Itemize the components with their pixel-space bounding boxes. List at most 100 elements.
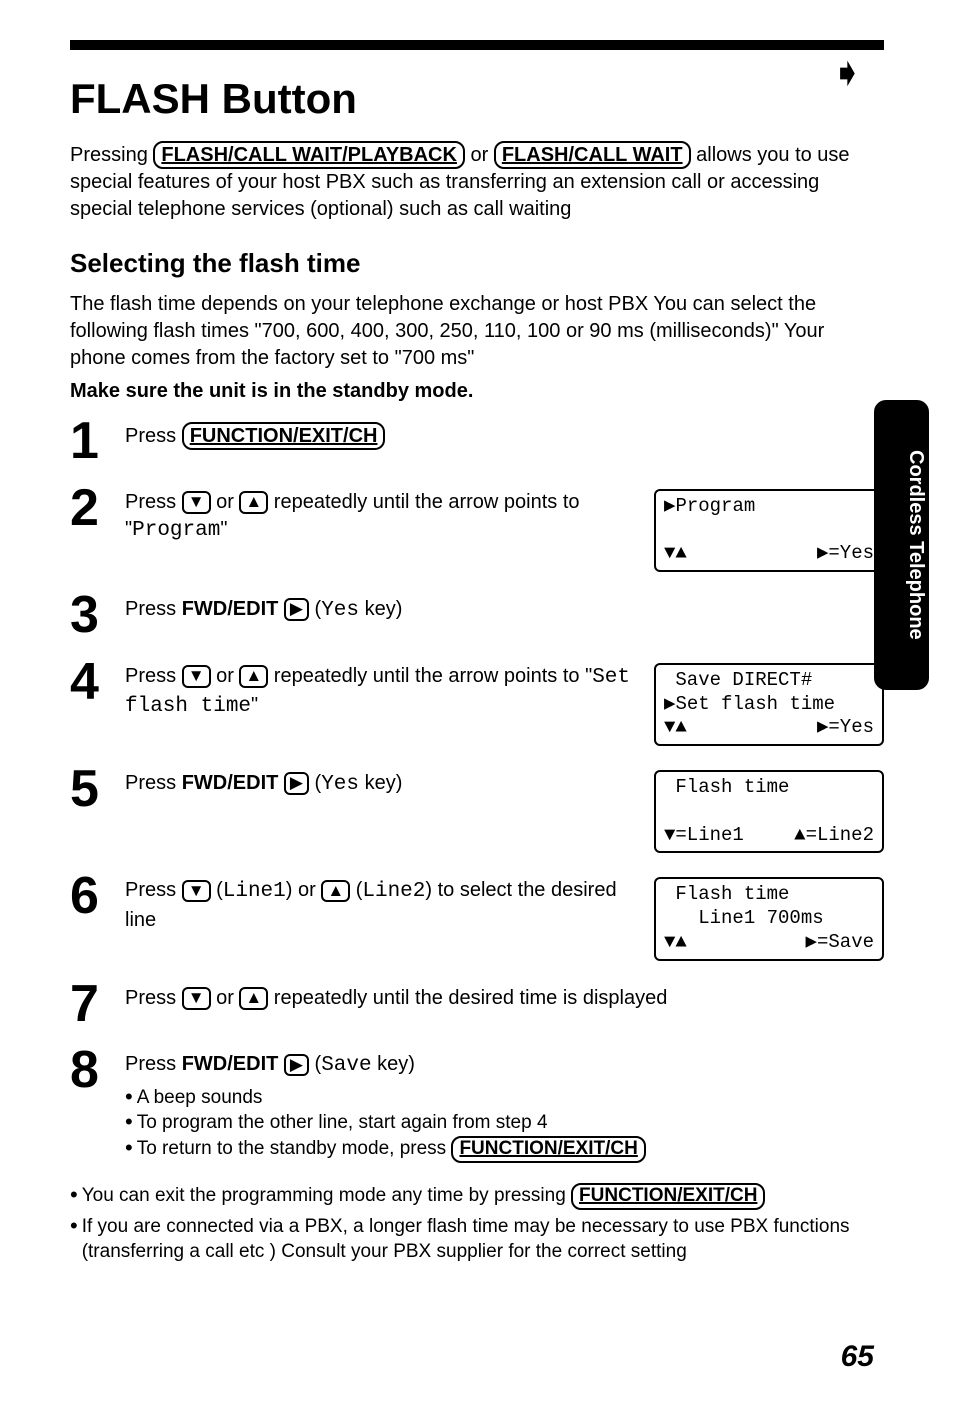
step-5: 5 Press FWD/EDIT ▶ (Yes key) Flash time … bbox=[70, 766, 884, 853]
step-number: 5 bbox=[70, 766, 125, 813]
lcd-nav-left: ▼▲ bbox=[664, 542, 687, 566]
lcd-nav-left: ▼=Line1 bbox=[664, 824, 744, 848]
down-arrow-key: ▼ bbox=[182, 880, 211, 903]
lcd-line: ▶Program bbox=[664, 495, 874, 519]
step-number: 7 bbox=[70, 981, 125, 1028]
footnote-text: You can exit the programming mode any ti… bbox=[82, 1185, 571, 1206]
step-7: 7 Press ▼ or ▲ repeatedly until the desi… bbox=[70, 981, 884, 1028]
step-number: 3 bbox=[70, 592, 125, 639]
lcd-nav-left: ▼▲ bbox=[664, 716, 687, 740]
text: ( bbox=[309, 598, 321, 620]
down-arrow-key: ▼ bbox=[182, 491, 211, 514]
lcd-display: Save DIRECT# ▶Set flash time ▼▲ ▶=Yes bbox=[654, 663, 884, 746]
step-text: Press FUNCTION/EXIT/CH bbox=[125, 422, 884, 450]
text: Press bbox=[125, 879, 182, 901]
step-4: 4 Press ▼ or ▲ repeatedly until the arro… bbox=[70, 659, 884, 746]
play-arrow-key: ▶ bbox=[284, 1054, 309, 1077]
text: key) bbox=[359, 772, 402, 794]
bullet-text: A beep sounds bbox=[137, 1085, 263, 1111]
step-number: 4 bbox=[70, 659, 125, 706]
page-title: FLASH Button bbox=[70, 75, 884, 123]
text: Press bbox=[125, 987, 182, 1009]
up-arrow-key: ▲ bbox=[239, 665, 268, 688]
text: Press bbox=[125, 665, 182, 687]
footnote-item: If you are connected via a PBX, a longer… bbox=[70, 1214, 884, 1265]
lcd-line: Line1 700ms bbox=[664, 907, 874, 931]
text: " bbox=[220, 518, 227, 540]
mono-text: Save bbox=[321, 1054, 371, 1077]
steps-list: 1 Press FUNCTION/EXIT/CH 2 Press ▼ or ▲ … bbox=[70, 418, 884, 1163]
bullet-item: To program the other line, start again f… bbox=[125, 1110, 884, 1136]
lcd-line: Flash time bbox=[664, 883, 874, 907]
lcd-nav-right: ▶=Yes bbox=[817, 716, 874, 740]
intro-text-1: Pressing bbox=[70, 144, 153, 166]
play-arrow-key: ▶ bbox=[284, 598, 309, 621]
text: Press bbox=[125, 491, 182, 513]
text: Press bbox=[125, 1053, 182, 1075]
text: ( bbox=[211, 879, 223, 901]
step-text: Press ▼ or ▲ repeatedly until the arrow … bbox=[125, 663, 644, 722]
step-3: 3 Press FWD/EDIT ▶ (Yes key) bbox=[70, 592, 884, 639]
step-2: 2 Press ▼ or ▲ repeatedly until the arro… bbox=[70, 485, 884, 572]
text: key) bbox=[372, 1053, 415, 1075]
text: ) or bbox=[286, 879, 322, 901]
function-exit-key: FUNCTION/EXIT/CH bbox=[182, 422, 386, 450]
bullet-text: To return to the standby mode, press bbox=[137, 1138, 452, 1159]
text: repeatedly until the arrow points to " bbox=[268, 665, 592, 687]
step-number: 1 bbox=[70, 418, 125, 465]
step-text: Press FWD/EDIT ▶ (Yes key) bbox=[125, 596, 884, 625]
header-rule bbox=[70, 40, 884, 50]
lcd-line bbox=[664, 800, 874, 824]
standby-note: Make sure the unit is in the standby mod… bbox=[70, 380, 884, 403]
fwd-edit-label: FWD/EDIT bbox=[182, 598, 279, 620]
play-arrow-key: ▶ bbox=[284, 772, 309, 795]
step-1: 1 Press FUNCTION/EXIT/CH bbox=[70, 418, 884, 465]
step-number: 6 bbox=[70, 873, 125, 920]
bullet-text: To program the other line, start again f… bbox=[137, 1110, 548, 1136]
step-8: 8 Press FWD/EDIT ▶ (Save key) A beep sou… bbox=[70, 1047, 884, 1162]
up-arrow-key: ▲ bbox=[239, 987, 268, 1010]
page-arrow-icon: ➧ bbox=[830, 50, 864, 96]
page-number: 65 bbox=[841, 1340, 874, 1374]
body-paragraph: The flash time depends on your telephone… bbox=[70, 291, 884, 372]
footnote-text: If you are connected via a PBX, a longer… bbox=[82, 1214, 884, 1265]
function-exit-key: FUNCTION/EXIT/CH bbox=[571, 1183, 765, 1210]
text: ( bbox=[309, 772, 321, 794]
lcd-display: Flash time ▼=Line1 ▲=Line2 bbox=[654, 770, 884, 853]
text: " bbox=[251, 694, 258, 716]
text: Press bbox=[125, 598, 182, 620]
up-arrow-key: ▲ bbox=[321, 880, 350, 903]
intro-paragraph: Pressing FLASH/CALL WAIT/PLAYBACK or FLA… bbox=[70, 141, 884, 223]
function-exit-key: FUNCTION/EXIT/CH bbox=[451, 1136, 645, 1163]
text: or bbox=[211, 491, 240, 513]
text: ( bbox=[350, 879, 362, 901]
mono-text: Line2 bbox=[362, 880, 425, 903]
text: Press bbox=[125, 772, 182, 794]
mono-text: Yes bbox=[321, 773, 359, 796]
lcd-line: Save DIRECT# bbox=[664, 669, 874, 693]
intro-text-2: or bbox=[465, 144, 494, 166]
lcd-nav-right: ▲=Line2 bbox=[794, 824, 874, 848]
bullet-item: A beep sounds bbox=[125, 1085, 884, 1111]
lcd-display: ▶Program ▼▲ ▶=Yes bbox=[654, 489, 884, 572]
step-6: 6 Press ▼ (Line1) or ▲ (Line2) to select… bbox=[70, 873, 884, 960]
step-text: Press ▼ or ▲ repeatedly until the arrow … bbox=[125, 489, 644, 545]
step-text: Press ▼ or ▲ repeatedly until the desire… bbox=[125, 985, 884, 1012]
text: ( bbox=[309, 1053, 321, 1075]
mono-text: Line1 bbox=[223, 880, 286, 903]
flash-wait-key: FLASH/CALL WAIT bbox=[494, 141, 691, 169]
step-number: 8 bbox=[70, 1047, 125, 1094]
lcd-display: Flash time Line1 700ms ▼▲ ▶=Save bbox=[654, 877, 884, 960]
text: repeatedly until the desired time is dis… bbox=[268, 987, 667, 1009]
lcd-line: Flash time bbox=[664, 776, 874, 800]
fwd-edit-label: FWD/EDIT bbox=[182, 1053, 279, 1075]
footnote-item: You can exit the programming mode any ti… bbox=[70, 1183, 884, 1210]
text: key) bbox=[359, 598, 402, 620]
step-bullets: A beep sounds To program the other line,… bbox=[125, 1085, 884, 1163]
side-tab: Cordless Telephone bbox=[874, 400, 929, 690]
text: Press bbox=[125, 425, 182, 447]
flash-playback-key: FLASH/CALL WAIT/PLAYBACK bbox=[153, 141, 465, 169]
step-text: Press ▼ (Line1) or ▲ (Line2) to select t… bbox=[125, 877, 644, 933]
down-arrow-key: ▼ bbox=[182, 665, 211, 688]
lcd-nav-right: ▶=Yes bbox=[817, 542, 874, 566]
